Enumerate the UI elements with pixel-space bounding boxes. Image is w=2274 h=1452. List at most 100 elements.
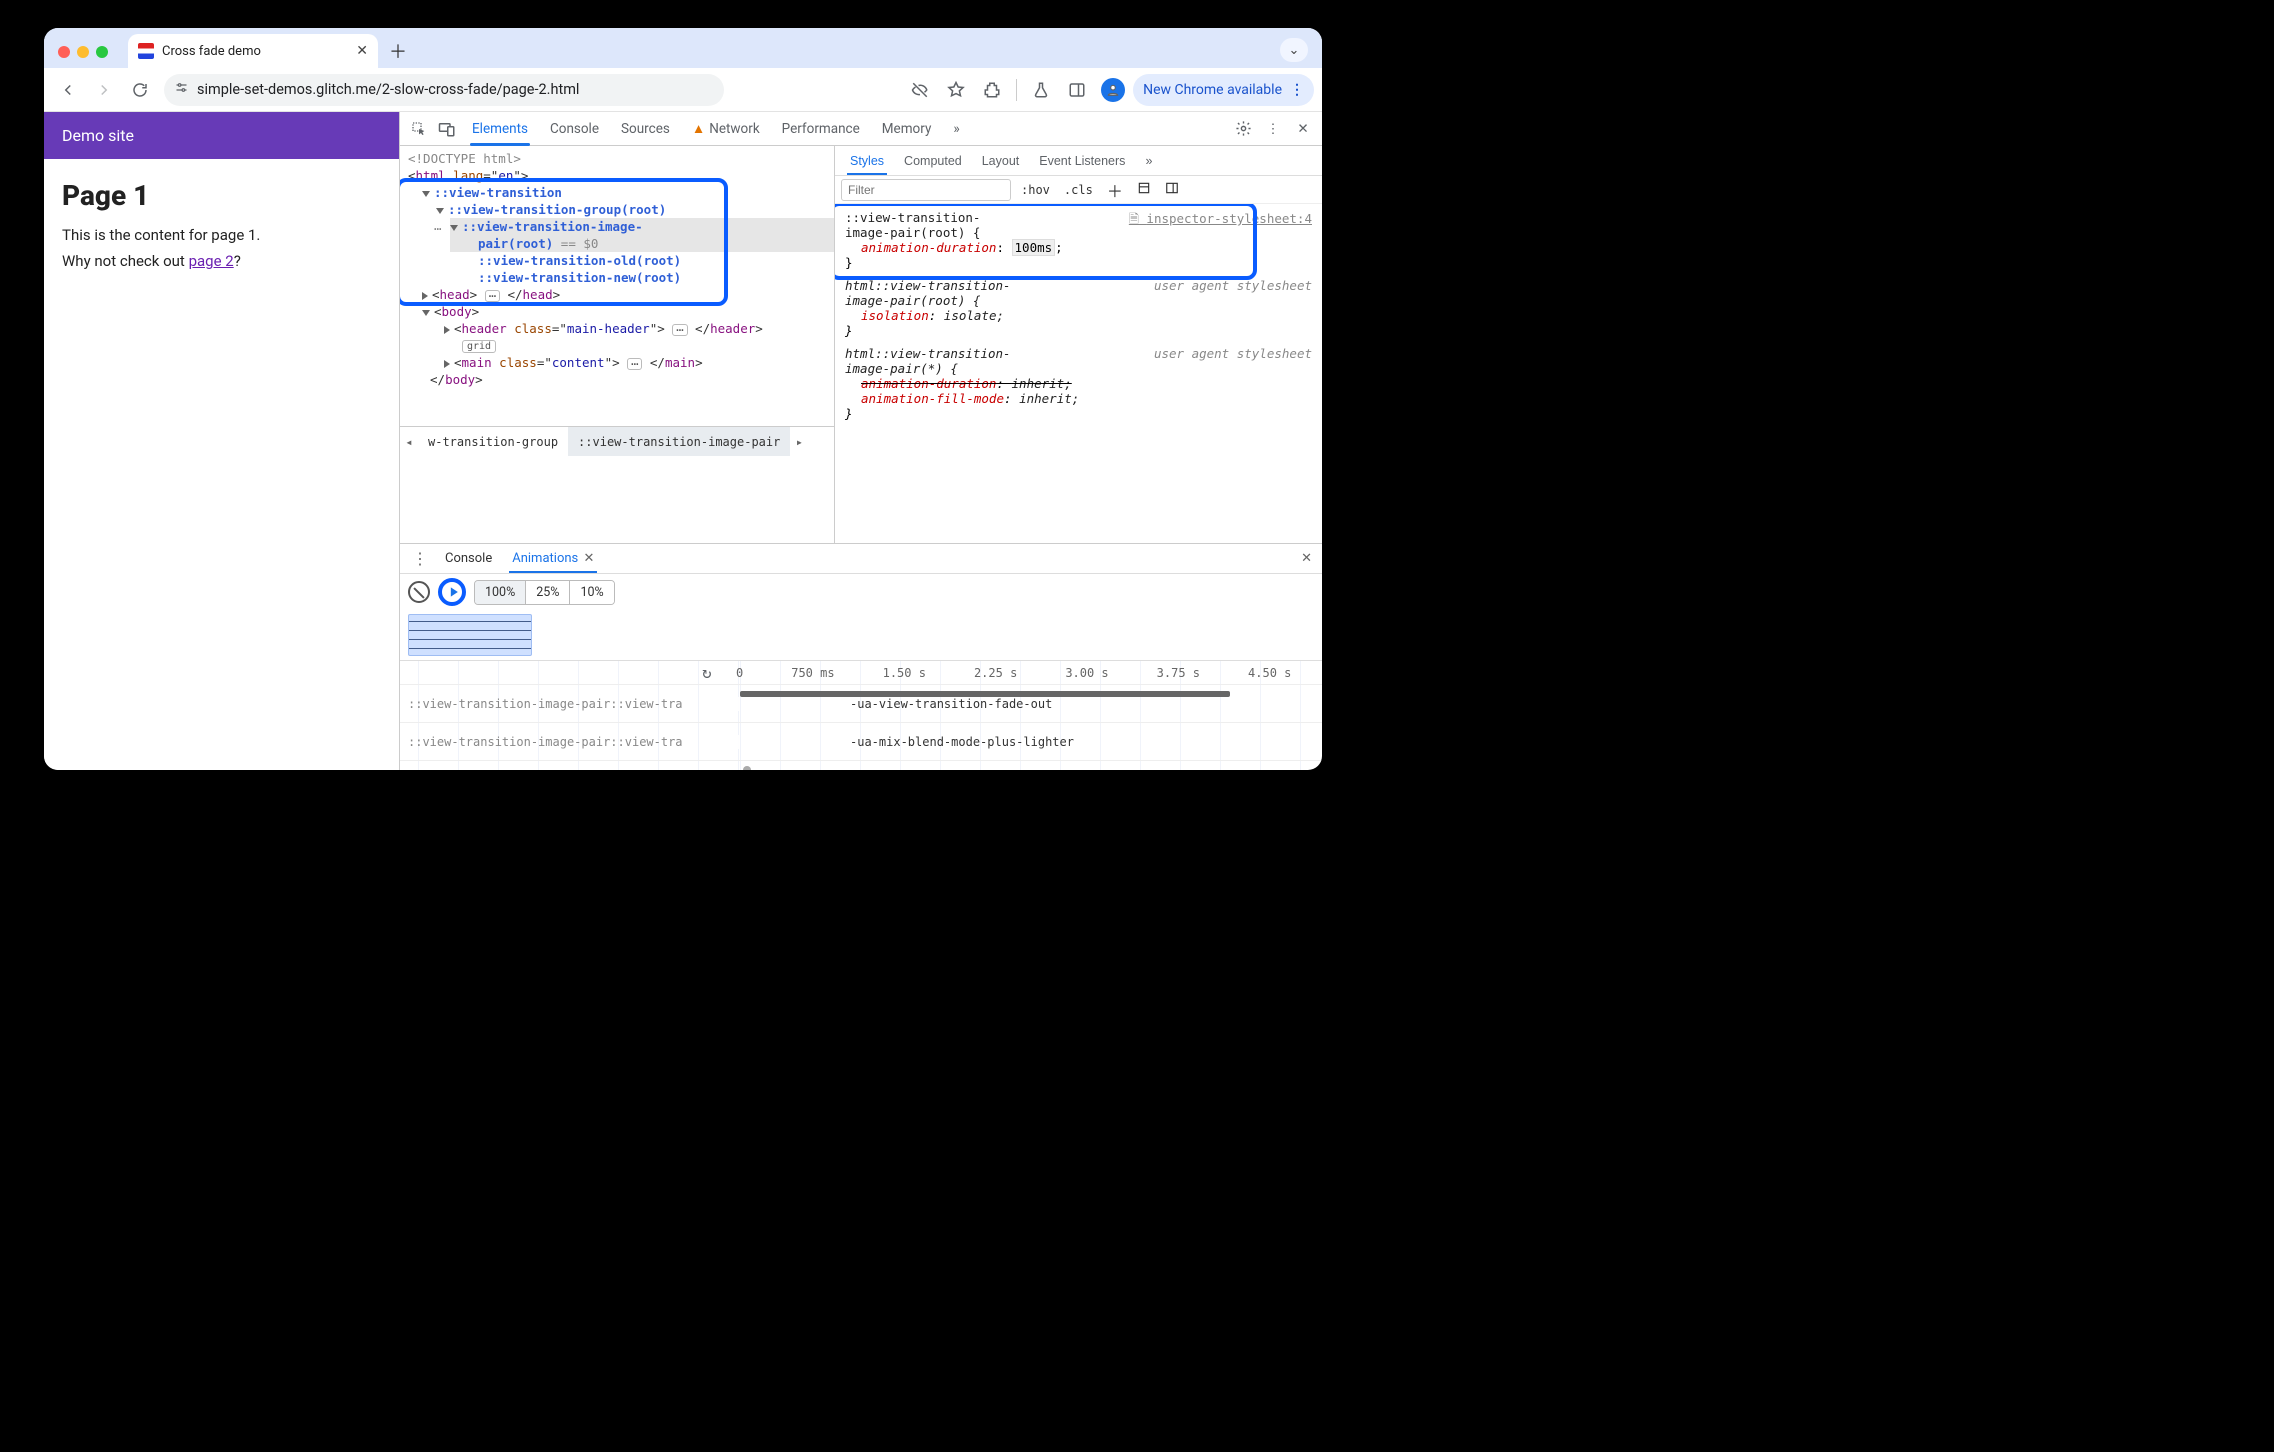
tab-sources[interactable]: Sources	[611, 113, 680, 145]
extensions-icon[interactable]	[976, 74, 1008, 106]
url-text: simple-set-demos.glitch.me/2-slow-cross-…	[197, 81, 579, 98]
devtools-tabs: Elements Console Sources ▲Network Perfor…	[400, 112, 1322, 146]
drawer-close[interactable]: ✕	[1301, 551, 1316, 566]
warning-icon: ▲	[692, 121, 705, 137]
new-style-rule-button[interactable]: ＋	[1103, 178, 1127, 202]
update-pill[interactable]: New Chrome available ⋮	[1133, 74, 1314, 106]
styles-panel: Styles Computed Layout Event Listeners »…	[835, 146, 1322, 543]
drawer-tab-animations[interactable]: Animations ✕	[503, 545, 603, 572]
styles-tabs-overflow[interactable]: »	[1136, 148, 1161, 174]
rendered-page: Demo site Page 1 This is the content for…	[44, 112, 399, 770]
tab-event-listeners[interactable]: Event Listeners	[1030, 148, 1134, 174]
bookmark-star-icon[interactable]	[940, 74, 972, 106]
browser-toolbar: simple-set-demos.glitch.me/2-slow-cross-…	[44, 68, 1322, 112]
page-link[interactable]: page 2	[189, 252, 234, 270]
back-button[interactable]	[52, 74, 84, 106]
vtip-node-selected-2[interactable]: pair(root) == $0	[450, 235, 834, 252]
settings-gear-icon[interactable]	[1230, 116, 1256, 142]
clear-animations-button[interactable]	[408, 581, 430, 603]
tab-layout-s[interactable]: Layout	[973, 148, 1029, 174]
maximize-window-button[interactable]	[96, 46, 108, 58]
inspect-element-icon[interactable]	[406, 116, 432, 142]
tab-styles[interactable]: Styles	[841, 148, 893, 174]
styles-rules[interactable]: 🗎 inspector-stylesheet:4 ::view-transiti…	[835, 204, 1322, 433]
tab-list-button[interactable]: ⌄	[1280, 38, 1308, 62]
omnibox[interactable]: simple-set-demos.glitch.me/2-slow-cross-…	[164, 74, 724, 106]
header-node[interactable]: <header class="main-header"> ⋯ </header>	[444, 320, 834, 337]
vtnew-node[interactable]: ::view-transition-new(root)	[478, 269, 834, 286]
update-pill-label: New Chrome available	[1143, 82, 1282, 98]
timeline-ruler: ↻ 0 750 ms 1.50 s 2.25 s 3.00 s 3.75 s 4…	[400, 661, 1322, 685]
rule-value-editable[interactable]: 100ms	[1012, 239, 1056, 256]
crumb-prev[interactable]: ◂	[400, 435, 418, 449]
animation-preview-thumbnail[interactable]	[408, 614, 532, 656]
styles-filter-input[interactable]	[841, 179, 1011, 201]
replay-icon[interactable]: ↻	[702, 663, 712, 682]
tab-performance[interactable]: Performance	[772, 113, 870, 145]
tab-network[interactable]: ▲Network	[682, 113, 770, 145]
animations-toolbar: 100% 25% 10%	[400, 574, 1322, 610]
tab-strip: Cross fade demo ✕ ＋ ⌄	[44, 28, 1322, 68]
html-node[interactable]: <html lang="en">	[408, 167, 834, 184]
kebab-icon: ⋮	[1290, 82, 1304, 98]
separator	[1016, 79, 1017, 101]
animations-timeline[interactable]: ↻ 0 750 ms 1.50 s 2.25 s 3.00 s 3.75 s 4…	[400, 660, 1322, 770]
cls-toggle[interactable]: .cls	[1060, 183, 1097, 197]
speed-10[interactable]: 10%	[570, 581, 613, 604]
page-heading: Page 1	[62, 179, 381, 212]
vtold-node[interactable]: ::view-transition-old(root)	[478, 252, 834, 269]
site-settings-icon[interactable]	[174, 80, 189, 99]
hov-toggle[interactable]: :hov	[1017, 183, 1054, 197]
speed-25[interactable]: 25%	[526, 581, 570, 604]
new-tab-button[interactable]: ＋	[384, 37, 412, 65]
tab-memory[interactable]: Memory	[872, 113, 942, 145]
rule-ua-2[interactable]: user agent stylesheet html::view-transit…	[845, 346, 1312, 421]
grid-badge[interactable]: grid	[444, 337, 834, 354]
dom-tree[interactable]: <!DOCTYPE html> <html lang="en"> ::view-…	[400, 146, 834, 426]
styles-tabs: Styles Computed Layout Event Listeners »	[835, 146, 1322, 176]
vtip-node-selected[interactable]: ::view-transition-image-	[450, 218, 834, 235]
body-node[interactable]: <body>	[422, 303, 834, 320]
side-panel-icon[interactable]	[1061, 74, 1093, 106]
page-paragraph-1: This is the content for page 1.	[62, 226, 381, 244]
head-node[interactable]: <head> ⋯ </head>	[422, 286, 834, 303]
styles-toolbar: :hov .cls ＋	[835, 176, 1322, 204]
close-animations-tab[interactable]: ✕	[583, 551, 594, 566]
forward-button[interactable]	[88, 74, 120, 106]
crumb-1[interactable]: w-transition-group	[418, 427, 568, 456]
reload-button[interactable]	[124, 74, 156, 106]
kebab-menu-icon[interactable]: ⋮	[1260, 116, 1286, 142]
eye-off-icon[interactable]	[904, 74, 936, 106]
profile-button[interactable]	[1097, 74, 1129, 106]
minimize-window-button[interactable]	[77, 46, 89, 58]
rule-ua-1[interactable]: user agent stylesheet html::view-transit…	[845, 278, 1312, 338]
tabs-overflow[interactable]: »	[943, 113, 969, 145]
tab-computed[interactable]: Computed	[895, 148, 971, 174]
browser-tab[interactable]: Cross fade demo ✕	[128, 34, 378, 68]
crumb-next[interactable]: ▸	[790, 435, 808, 449]
drawer-tab-console[interactable]: Console	[436, 545, 501, 572]
device-toolbar-icon[interactable]	[434, 116, 460, 142]
rule-source-link[interactable]: 🗎 inspector-stylesheet:4	[1129, 210, 1312, 231]
speed-100[interactable]: 100%	[475, 581, 526, 604]
timeline-row-1[interactable]: ::view-transition-image-pair::view-tra -…	[400, 685, 1322, 723]
rule-inspector[interactable]: 🗎 inspector-stylesheet:4 ::view-transiti…	[845, 210, 1312, 270]
vt-node[interactable]: ::view-transition	[422, 184, 834, 201]
crumb-2[interactable]: ::view-transition-image-pair	[568, 427, 790, 456]
close-devtools-button[interactable]: ✕	[1290, 116, 1316, 142]
vtg-node[interactable]: ::view-transition-group(root)	[436, 201, 834, 218]
computed-panel-icon[interactable]	[1133, 181, 1155, 198]
timeline-row-2[interactable]: ::view-transition-image-pair::view-tra -…	[400, 723, 1322, 761]
tab-close-button[interactable]: ✕	[356, 43, 368, 59]
drawer-kebab-icon[interactable]: ⋮	[406, 549, 434, 568]
play-pause-button[interactable]	[438, 578, 466, 606]
doctype-node[interactable]: <!DOCTYPE html>	[408, 150, 834, 167]
experiments-flask-icon[interactable]	[1025, 74, 1057, 106]
close-window-button[interactable]	[58, 46, 70, 58]
site-header: Demo site	[44, 112, 399, 159]
main-node[interactable]: <main class="content"> ⋯ </main>	[444, 354, 834, 371]
toggle-sidebar-icon[interactable]	[1161, 181, 1183, 198]
tab-console[interactable]: Console	[540, 113, 609, 145]
playhead-icon[interactable]	[743, 766, 751, 770]
tab-elements[interactable]: Elements	[462, 113, 538, 145]
